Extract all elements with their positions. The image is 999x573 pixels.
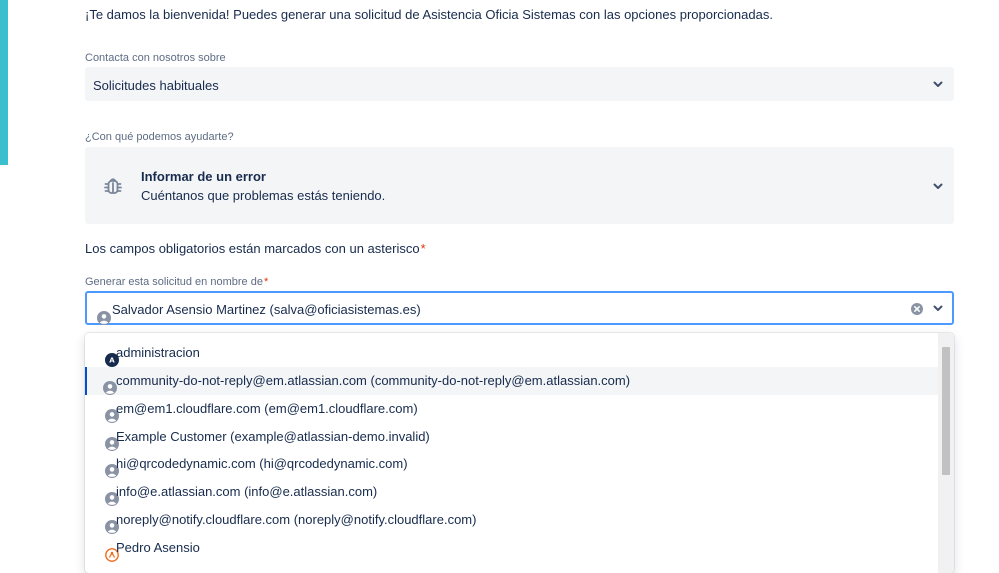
user-options-dropdown: A administracion community-do-not-reply@…: [85, 333, 954, 573]
clear-icon[interactable]: [910, 302, 924, 316]
scrollbar-thumb[interactable]: [942, 347, 950, 475]
bug-icon: [101, 174, 125, 198]
chevron-down-icon[interactable]: [930, 76, 946, 92]
person-icon: [95, 513, 119, 534]
letter-avatar: A: [95, 346, 119, 367]
on-behalf-label: Generar esta solicitud en nombre de*: [85, 276, 268, 288]
user-option-label: noreply@notify.cloudflare.com (noreply@n…: [116, 512, 477, 527]
user-option-label: Example Customer (example@atlassian-demo…: [116, 429, 430, 444]
person-icon: [95, 430, 119, 451]
user-option-label: em@em1.cloudflare.com (em@em1.cloudflare…: [116, 401, 418, 416]
person-icon: [95, 402, 119, 423]
user-option-label: info@e.atlassian.com (info@e.atlassian.c…: [116, 484, 378, 499]
person-icon: [95, 485, 119, 506]
request-type-select[interactable]: Informar de un error Cuéntanos que probl…: [85, 147, 954, 224]
person-icon: [92, 302, 111, 325]
welcome-text: ¡Te damos la bienvenida! Puedes generar …: [85, 7, 773, 22]
left-accent-bar: [0, 0, 8, 165]
dropdown-scrollbar[interactable]: [938, 333, 954, 573]
user-option[interactable]: A administracion: [85, 339, 938, 367]
user-option-label: community-do-not-reply@em.atlassian.com …: [116, 373, 631, 388]
contact-label: Contacta con nosotros sobre: [85, 52, 226, 64]
required-asterisk: *: [263, 276, 269, 288]
on-behalf-user-picker[interactable]: Salvador Asensio Martinez (salva@oficias…: [85, 291, 954, 325]
required-notice-text: Los campos obligatorios están marcados c…: [85, 241, 420, 256]
photo-avatar: [95, 541, 119, 562]
user-option[interactable]: em@em1.cloudflare.com (em@em1.cloudflare…: [85, 395, 938, 423]
user-option[interactable]: noreply@notify.cloudflare.com (noreply@n…: [85, 506, 938, 534]
user-option[interactable]: community-do-not-reply@em.atlassian.com …: [85, 367, 938, 395]
on-behalf-label-text: Generar esta solicitud en nombre de: [85, 276, 263, 288]
contact-select-value: Solicitudes habituales: [93, 78, 219, 93]
chevron-down-icon[interactable]: [930, 300, 946, 316]
help-label: ¿Con qué podemos ayudarte?: [85, 131, 234, 143]
request-type-title: Informar de un error: [141, 169, 266, 184]
required-asterisk: *: [420, 241, 426, 256]
user-option-label: Pedro Asensio: [116, 540, 200, 555]
user-option[interactable]: info@e.atlassian.com (info@e.atlassian.c…: [85, 478, 938, 506]
user-option[interactable]: hi@qrcodedynamic.com (hi@qrcodedynamic.c…: [85, 450, 938, 478]
contact-select[interactable]: Solicitudes habituales: [85, 67, 954, 101]
letter-avatar-letter: A: [109, 357, 115, 365]
user-option[interactable]: Example Customer (example@atlassian-demo…: [85, 423, 938, 451]
on-behalf-value: Salvador Asensio Martinez (salva@oficias…: [112, 302, 421, 317]
person-icon: [95, 374, 117, 395]
person-icon: [95, 457, 119, 478]
chevron-down-icon[interactable]: [930, 178, 946, 194]
required-notice: Los campos obligatorios están marcados c…: [85, 241, 426, 256]
user-option-label: administracion: [116, 345, 200, 360]
user-option-label: hi@qrcodedynamic.com (hi@qrcodedynamic.c…: [116, 456, 408, 471]
request-type-description: Cuéntanos que problemas estás teniendo.: [141, 188, 386, 203]
